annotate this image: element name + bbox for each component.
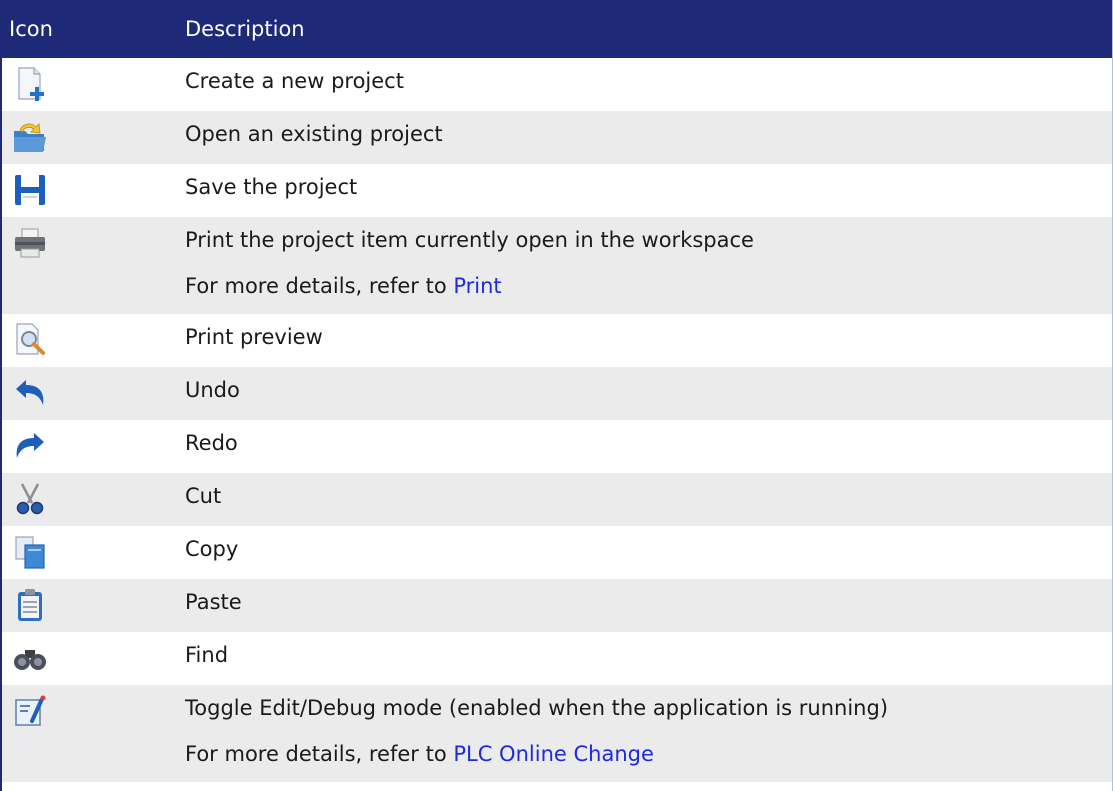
row-description: Copy <box>185 537 239 561</box>
row-description: Undo <box>185 378 240 402</box>
row-description: Paste <box>185 590 242 614</box>
row-description: Create a new project <box>185 69 404 93</box>
row-description: Open an existing project <box>185 122 443 146</box>
table-header: Icon Description <box>2 0 1112 58</box>
row-description: Print preview <box>185 325 323 349</box>
row-description: Find <box>185 643 229 667</box>
print-preview-icon <box>16 323 45 355</box>
more-details-prefix: For more details, refer to <box>185 274 447 298</box>
undo-icon <box>16 380 44 405</box>
paste-clipboard-icon <box>18 589 42 621</box>
table-row: Print preview <box>2 314 1112 367</box>
scissors-icon <box>16 483 44 515</box>
binoculars-icon <box>14 650 46 670</box>
plc-online-change-link[interactable]: PLC Online Change <box>453 739 654 769</box>
copy-icon <box>15 536 45 569</box>
row-description: Print the project item currently open in… <box>185 228 754 252</box>
table-row: Print the project item currently open in… <box>2 217 1112 314</box>
save-disk-icon <box>15 175 45 205</box>
redo-icon <box>16 433 44 458</box>
row-description: Save the project <box>185 175 358 199</box>
row-description: Redo <box>185 431 238 455</box>
header-icon-column: Icon <box>9 17 53 41</box>
table-row: Save the project <box>2 164 1112 217</box>
table-row: Open an existing project <box>2 111 1112 164</box>
row-description: Cut <box>185 484 222 508</box>
printer-icon <box>15 228 45 258</box>
toolbar-icons-table: Icon Description Create a new project Op… <box>0 0 1113 791</box>
table-row: Cut <box>2 473 1112 526</box>
edit-debug-toggle-icon <box>15 695 46 726</box>
row-more-details: For more details, refer to PLC Online Ch… <box>185 738 1112 782</box>
table-row: Create a new project <box>2 58 1112 111</box>
table-row: Undo <box>2 367 1112 420</box>
table-row: Toggle Edit/Debug mode (enabled when the… <box>2 685 1112 782</box>
open-folder-icon <box>14 123 46 152</box>
print-link[interactable]: Print <box>453 271 501 301</box>
row-description: Toggle Edit/Debug mode (enabled when the… <box>185 696 889 720</box>
row-more-details: For more details, refer to Print <box>185 270 1112 314</box>
new-project-icon <box>18 67 44 101</box>
table-row: Paste <box>2 579 1112 632</box>
header-description-column: Description <box>185 17 305 41</box>
table-row: Redo <box>2 420 1112 473</box>
table-row: Copy <box>2 526 1112 579</box>
more-details-prefix: For more details, refer to <box>185 742 447 766</box>
table-row: Find <box>2 632 1112 685</box>
